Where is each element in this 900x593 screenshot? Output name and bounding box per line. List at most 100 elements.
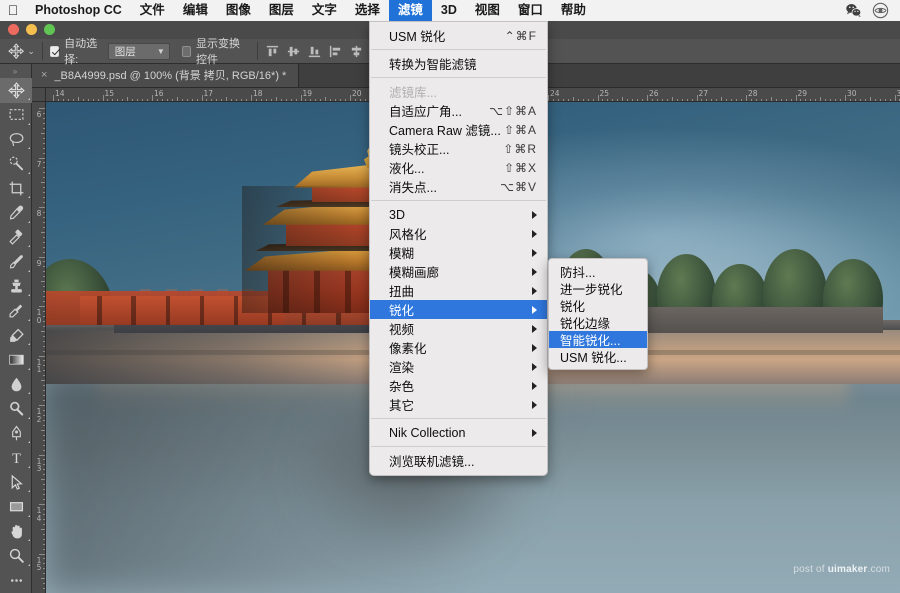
filter-menu-item-20[interactable]: 杂色 <box>370 376 547 395</box>
filter-menu-item-7[interactable]: 镜头校正... ⇧⌘R <box>370 139 547 158</box>
tools-panel: » T <box>0 64 32 593</box>
menu-item-0[interactable]: 文件 <box>131 0 174 21</box>
eye-icon[interactable] <box>872 2 889 19</box>
ruler-tick <box>122 98 124 101</box>
vertical-ruler[interactable]: 6789101112131415 <box>32 102 46 593</box>
tool-brush[interactable] <box>0 250 32 275</box>
ruler-tick <box>255 98 257 101</box>
tool-marquee[interactable] <box>0 103 32 128</box>
tool-path-selection[interactable] <box>0 470 32 495</box>
tool-more[interactable] <box>0 568 32 593</box>
ruler-tick <box>587 98 589 101</box>
active-tool-preset[interactable]: ⌄ <box>0 39 35 64</box>
tool-blur[interactable] <box>0 372 32 397</box>
auto-select-target-dropdown[interactable]: 图层 ▼ <box>107 42 170 60</box>
ruler-tick <box>156 98 158 101</box>
filter-menu-item-18[interactable]: 像素化 <box>370 338 547 357</box>
filter-menu-item-6[interactable]: Camera Raw 滤镜... ⇧⌘A <box>370 120 547 139</box>
tool-history-brush[interactable] <box>0 299 32 324</box>
align-vertical-center-icon[interactable] <box>286 44 301 59</box>
tool-zoom[interactable] <box>0 544 32 569</box>
sharpen-submenu-item-2[interactable]: 锐化 <box>549 297 647 314</box>
menu-item-8[interactable]: 视图 <box>466 0 509 21</box>
menu-item-6[interactable]: 滤镜 <box>388 0 432 21</box>
tools-panel-collapse[interactable]: » <box>0 64 31 78</box>
filter-menu-item-15[interactable]: 扭曲 <box>370 281 547 300</box>
tool-type[interactable]: T <box>0 446 32 471</box>
ruler-tick <box>82 98 84 101</box>
filter-menu-item-12[interactable]: 风格化 <box>370 224 547 243</box>
auto-select-checkbox-group[interactable]: 自动选择: <box>49 35 103 67</box>
tool-quick-selection[interactable] <box>0 152 32 177</box>
submenu-arrow-icon <box>532 428 537 437</box>
ruler-tick <box>196 98 198 101</box>
menu-item-7[interactable]: 3D <box>432 0 466 21</box>
submenu-arrow-icon <box>532 267 537 276</box>
close-window-button[interactable] <box>8 24 19 35</box>
tool-healing-brush[interactable] <box>0 225 32 250</box>
filter-menu-item-23[interactable]: Nik Collection <box>370 423 547 442</box>
ruler-tick <box>41 132 45 134</box>
align-left-icon[interactable] <box>328 44 343 59</box>
show-transform-controls-group[interactable]: 显示变换控件 <box>181 35 251 67</box>
ruler-tick <box>825 98 827 101</box>
tool-rectangle[interactable] <box>0 495 32 520</box>
minimize-window-button[interactable] <box>26 24 37 35</box>
tool-eyedropper[interactable] <box>0 201 32 226</box>
ruler-tick <box>345 98 347 101</box>
filter-menu-item-8[interactable]: 液化... ⇧⌘X <box>370 158 547 177</box>
menu-item-4[interactable]: 文字 <box>303 0 346 21</box>
menu-item-2[interactable]: 图像 <box>217 0 260 21</box>
align-horizontal-center-icon[interactable] <box>349 44 364 59</box>
filter-menu-item-25[interactable]: 浏览联机滤镜... <box>370 451 547 470</box>
sharpen-submenu-item-3[interactable]: 锐化边缘 <box>549 314 647 331</box>
wechat-icon[interactable] <box>845 2 862 19</box>
menu-item-1[interactable]: 编辑 <box>174 0 217 21</box>
show-transform-checkbox[interactable] <box>181 45 191 57</box>
filter-menu-item-11[interactable]: 3D <box>370 205 547 224</box>
menu-item-label: 3D <box>389 207 405 222</box>
tool-crop[interactable] <box>0 176 32 201</box>
zoom-window-button[interactable] <box>44 24 55 35</box>
tool-lasso[interactable] <box>0 127 32 152</box>
filter-menu-item-9[interactable]: 消失点... ⌥⌘V <box>370 177 547 196</box>
ruler-tick <box>161 98 163 101</box>
filter-menu-item-21[interactable]: 其它 <box>370 395 547 414</box>
align-bottom-icon[interactable] <box>307 44 322 59</box>
tool-hand[interactable] <box>0 519 32 544</box>
filter-menu-item-16[interactable]: 锐化 <box>370 300 547 319</box>
sharpen-submenu-item-0[interactable]: 防抖... <box>549 263 647 280</box>
tool-move[interactable] <box>0 78 32 103</box>
filter-menu-item-17[interactable]: 视频 <box>370 319 547 338</box>
auto-select-checkbox[interactable] <box>49 45 60 57</box>
ruler-tick <box>552 98 554 101</box>
tool-pen[interactable] <box>0 421 32 446</box>
submenu-arrow-icon <box>532 210 537 219</box>
sharpen-submenu-item-5[interactable]: USM 锐化... <box>549 348 647 365</box>
ruler-tick <box>42 508 45 510</box>
menu-item-10[interactable]: 帮助 <box>552 0 595 21</box>
tool-clone-stamp[interactable] <box>0 274 32 299</box>
apple-logo-icon[interactable]:  <box>0 3 26 19</box>
filter-menu-item-14[interactable]: 模糊画廊 <box>370 262 547 281</box>
sharpen-submenu-item-4[interactable]: 智能锐化... <box>549 331 647 348</box>
menu-item-9[interactable]: 窗口 <box>509 0 552 21</box>
filter-menu-item-0[interactable]: USM 锐化 ⌃⌘F <box>370 26 547 45</box>
ruler-origin-box[interactable] <box>32 88 46 102</box>
menu-app-name[interactable]: Photoshop CC <box>26 0 131 21</box>
ruler-tick <box>42 414 45 416</box>
filter-menu-item-5[interactable]: 自适应广角... ⌥⇧⌘A <box>370 101 547 120</box>
ruler-tick <box>42 192 45 194</box>
ruler-tick <box>42 365 45 367</box>
close-icon[interactable]: × <box>41 69 47 81</box>
tool-dodge[interactable] <box>0 397 32 422</box>
filter-menu-item-19[interactable]: 渲染 <box>370 357 547 376</box>
tool-gradient[interactable] <box>0 348 32 373</box>
menu-item-3[interactable]: 图层 <box>260 0 303 21</box>
filter-menu-item-13[interactable]: 模糊 <box>370 243 547 262</box>
filter-menu-item-2[interactable]: 转换为智能滤镜 <box>370 54 547 73</box>
tool-eraser[interactable] <box>0 323 32 348</box>
sharpen-submenu-item-1[interactable]: 进一步锐化 <box>549 280 647 297</box>
menu-item-5[interactable]: 选择 <box>346 0 389 21</box>
align-top-icon[interactable] <box>265 44 280 59</box>
